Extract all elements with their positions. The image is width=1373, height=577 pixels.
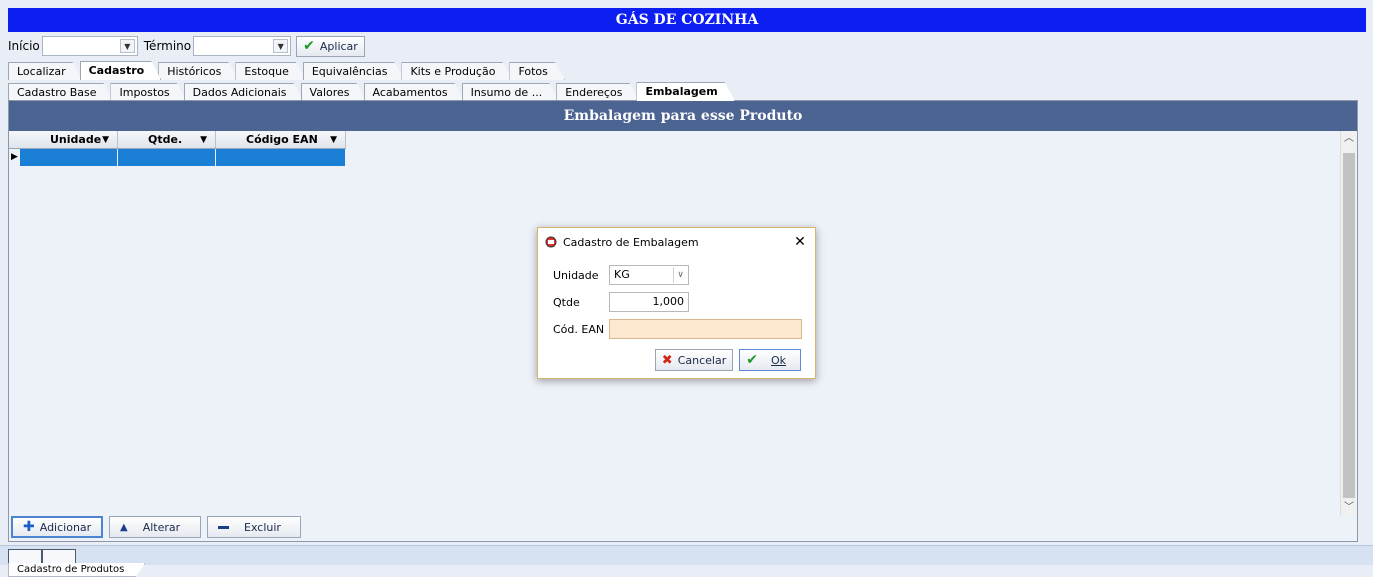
apply-button[interactable]: ✔ Aplicar: [296, 35, 365, 57]
cell-qtde[interactable]: [118, 149, 216, 166]
triangle-up-icon: ▲: [120, 521, 128, 533]
tab-fotos[interactable]: Fotos: [509, 62, 564, 80]
qtde-label: Qtde: [553, 295, 580, 309]
tab-embalagem[interactable]: Embalagem: [636, 82, 734, 101]
app-title-bar: GÁS DE COZINHA: [8, 8, 1366, 32]
x-icon: ✖: [661, 352, 673, 368]
embalagem-grid: Unidade ▼ Qtde. ▼ Código EAN ▼ ▶: [9, 131, 346, 166]
unidade-row: Unidade KG ∨: [553, 265, 689, 285]
date-filter-row: Início ▼ Término ▼ ✔ Aplicar: [8, 35, 365, 57]
vertical-scrollbar[interactable]: ︿ ﹀: [1340, 131, 1357, 516]
tab-historicos[interactable]: Históricos: [158, 62, 238, 80]
ean-row: Cód. EAN: [553, 319, 802, 339]
tab-cadastro-de-produtos[interactable]: Cadastro de Produtos: [8, 563, 145, 577]
ean-label: Cód. EAN: [553, 322, 605, 336]
tab-enderecos[interactable]: Endereços: [556, 83, 639, 101]
panel-header: Embalagem para esse Produto: [9, 101, 1357, 131]
cell-unidade[interactable]: [20, 149, 118, 166]
check-icon: ✔: [303, 38, 315, 54]
plus-icon: ✚: [23, 519, 35, 535]
tab-cadastro[interactable]: Cadastro: [80, 61, 162, 80]
dialog-title-bar: Cadastro de Embalagem ✕: [538, 228, 815, 256]
main-tabs: Localizar Cadastro Históricos Estoque Eq…: [8, 61, 562, 80]
unidade-select[interactable]: KG ∨: [609, 265, 689, 285]
status-bar: [0, 545, 1373, 565]
table-row[interactable]: ▶: [9, 149, 346, 166]
sub-tabs: Cadastro Base Impostos Dados Adicionais …: [8, 82, 732, 101]
sort-down-icon[interactable]: ▼: [200, 131, 207, 148]
add-button[interactable]: ✚ Adicionar: [11, 516, 103, 538]
column-header-codigo-ean[interactable]: Código EAN ▼: [216, 131, 346, 148]
inicio-date-combo[interactable]: ▼: [41, 36, 138, 56]
tab-cadastro-base[interactable]: Cadastro Base: [8, 83, 113, 101]
tab-kits-producao[interactable]: Kits e Produção: [401, 62, 512, 80]
check-icon: ✔: [746, 352, 758, 368]
qtde-field[interactable]: 1,000: [609, 292, 689, 312]
tab-dados-adicionais[interactable]: Dados Adicionais: [184, 83, 304, 101]
tab-insumo[interactable]: Insumo de ...: [462, 83, 560, 101]
minus-icon: [218, 525, 229, 529]
dialog-buttons: ✖ Cancelar ✔ Ok: [654, 349, 801, 371]
app-icon: [545, 236, 557, 248]
action-buttons: ✚ Adicionar ▲ Alterar Excluir: [11, 516, 301, 538]
tab-impostos[interactable]: Impostos: [110, 83, 186, 101]
edit-button[interactable]: ▲ Alterar: [109, 516, 201, 538]
tab-valores[interactable]: Valores: [301, 83, 367, 101]
ok-button[interactable]: ✔ Ok: [739, 349, 801, 371]
grid-header: Unidade ▼ Qtde. ▼ Código EAN ▼: [9, 131, 346, 149]
row-indicator-icon: ▶: [11, 152, 18, 162]
tab-localizar[interactable]: Localizar: [8, 62, 83, 80]
close-icon[interactable]: ✕: [785, 234, 815, 250]
termino-date-combo[interactable]: ▼: [193, 36, 292, 56]
column-header-unidade[interactable]: Unidade ▼: [20, 131, 118, 148]
tab-equivalencias[interactable]: Equivalências: [303, 62, 405, 80]
unidade-label: Unidade: [553, 268, 599, 282]
status-panel-1: [8, 549, 42, 564]
cadastro-embalagem-dialog: Cadastro de Embalagem ✕ Unidade KG ∨ Qtd…: [537, 227, 816, 379]
scroll-thumb[interactable]: [1343, 153, 1355, 498]
cancel-button[interactable]: ✖ Cancelar: [654, 349, 734, 371]
cell-codigo-ean[interactable]: [216, 149, 346, 166]
column-header-qtde[interactable]: Qtde. ▼: [118, 131, 216, 148]
sort-down-icon[interactable]: ▼: [330, 131, 337, 148]
scroll-up-icon[interactable]: ︿: [1341, 131, 1357, 147]
tab-estoque[interactable]: Estoque: [235, 62, 305, 80]
dialog-title: Cadastro de Embalagem: [563, 235, 699, 249]
scroll-down-icon[interactable]: ﹀: [1341, 500, 1357, 516]
tab-acabamentos[interactable]: Acabamentos: [364, 83, 465, 101]
chevron-down-icon[interactable]: ▼: [119, 39, 135, 53]
chevron-down-icon[interactable]: ∨: [673, 267, 687, 283]
termino-label: Término: [143, 39, 192, 53]
chevron-down-icon[interactable]: ▼: [273, 39, 289, 53]
delete-button[interactable]: Excluir: [207, 516, 301, 538]
status-panel-2: [42, 549, 76, 564]
ean-field[interactable]: [609, 319, 802, 339]
sort-down-icon[interactable]: ▼: [102, 131, 109, 148]
qtde-row: Qtde 1,000: [553, 292, 689, 312]
inicio-label: Início: [8, 39, 40, 53]
